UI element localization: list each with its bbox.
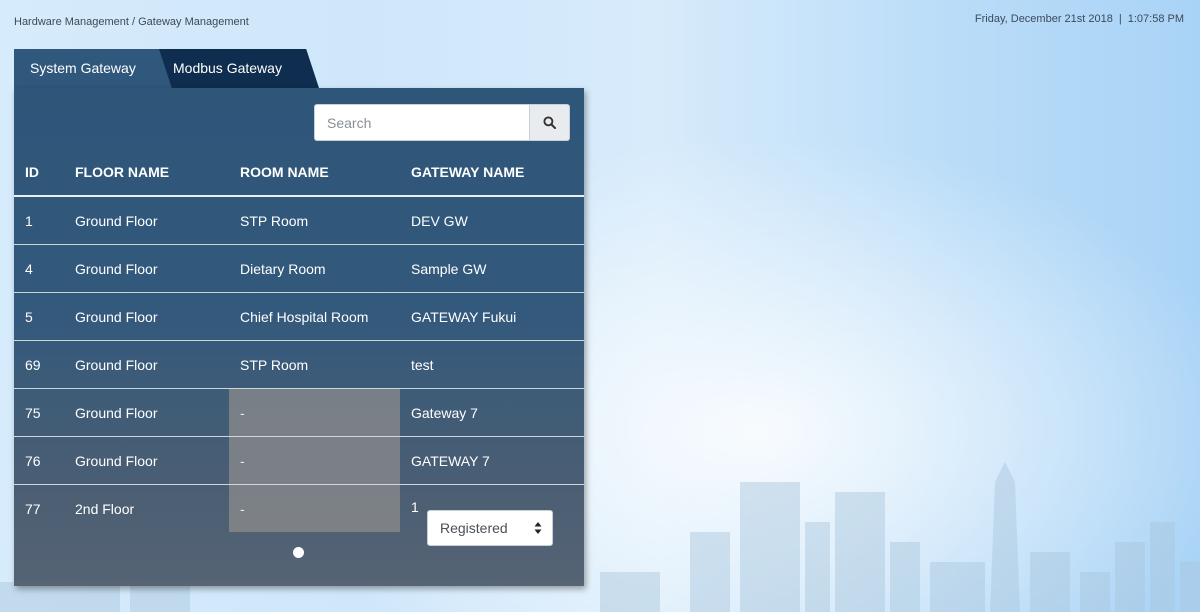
search-icon: [543, 116, 556, 129]
cell-room-name: STP Room: [240, 212, 309, 229]
table-row[interactable]: 5 Ground Floor Chief Hospital Room GATEW…: [14, 293, 584, 341]
cell-id: 76: [25, 452, 41, 469]
cell-gateway-name: GATEWAY Fukui: [411, 308, 517, 325]
search-input[interactable]: [314, 104, 530, 141]
cell-id: 5: [25, 308, 33, 325]
table-row[interactable]: 4 Ground Floor Dietary Room Sample GW: [14, 245, 584, 293]
cell-floor-name: Ground Floor: [75, 452, 158, 469]
cell-room-name: -: [229, 485, 400, 532]
cell-floor-name: Ground Floor: [75, 212, 158, 229]
cell-room-name: STP Room: [240, 356, 309, 373]
cell-floor-name: 2nd Floor: [75, 500, 135, 517]
tab-modbus-gateway[interactable]: Modbus Gateway: [159, 49, 319, 88]
gateway-table: ID FLOOR NAME ROOM NAME GATEWAY NAME 1 G…: [14, 148, 584, 532]
cell-id: 69: [25, 356, 41, 373]
cell-room-name: -: [229, 389, 400, 436]
table-row[interactable]: 69 Ground Floor STP Room test: [14, 341, 584, 389]
datetime-display: Friday, December 21st 2018 | 1:07:58 PM: [975, 13, 1184, 25]
date-text: Friday, December 21st 2018: [974, 13, 1113, 25]
cell-id: 75: [25, 404, 41, 421]
status-select[interactable]: Registered: [427, 510, 553, 546]
cell-gateway-name: Gateway 7: [411, 404, 478, 421]
cell-floor-name: Ground Floor: [75, 308, 158, 325]
cell-floor-name: Ground Floor: [75, 356, 158, 373]
table-row[interactable]: 1 Ground Floor STP Room DEV GW: [14, 197, 584, 245]
column-header-room-name[interactable]: ROOM NAME: [229, 148, 400, 195]
search-button[interactable]: [530, 104, 570, 141]
gateway-panel: ID FLOOR NAME ROOM NAME GATEWAY NAME 1 G…: [14, 88, 584, 586]
cell-room-name: Dietary Room: [240, 260, 326, 277]
column-header-floor-name[interactable]: FLOOR NAME: [75, 148, 229, 195]
cell-id: 1: [25, 212, 33, 229]
breadcrumb: Hardware Management / Gateway Management: [14, 16, 249, 28]
table-header-row: ID FLOOR NAME ROOM NAME GATEWAY NAME: [14, 148, 584, 197]
cell-gateway-name: DEV GW: [411, 212, 468, 229]
tab-system-gateway[interactable]: System Gateway: [14, 49, 174, 88]
cell-floor-name: Ground Floor: [75, 260, 158, 277]
cell-room-name: -: [229, 437, 400, 484]
cell-room-name: Chief Hospital Room: [240, 308, 369, 325]
cell-id: 77: [25, 500, 41, 517]
cell-id: 4: [25, 260, 33, 277]
column-header-gateway-name[interactable]: GATEWAY NAME: [400, 148, 584, 195]
column-header-id[interactable]: ID: [25, 148, 75, 195]
select-arrows-icon: [534, 522, 542, 534]
status-select-value: Registered: [440, 520, 508, 536]
search-box: [314, 104, 570, 141]
table-row[interactable]: 76 Ground Floor - GATEWAY 7: [14, 437, 584, 485]
cell-gateway-name: Sample GW: [411, 260, 487, 277]
cell-floor-name: Ground Floor: [75, 404, 158, 421]
table-row[interactable]: 75 Ground Floor - Gateway 7: [14, 389, 584, 437]
pagination-dot[interactable]: [293, 547, 304, 558]
cell-gateway-name: test: [411, 356, 434, 373]
time-text: 1:07:58 PM: [1127, 13, 1184, 25]
datetime-separator: |: [1118, 13, 1122, 25]
cell-gateway-name: GATEWAY 7: [411, 452, 490, 469]
